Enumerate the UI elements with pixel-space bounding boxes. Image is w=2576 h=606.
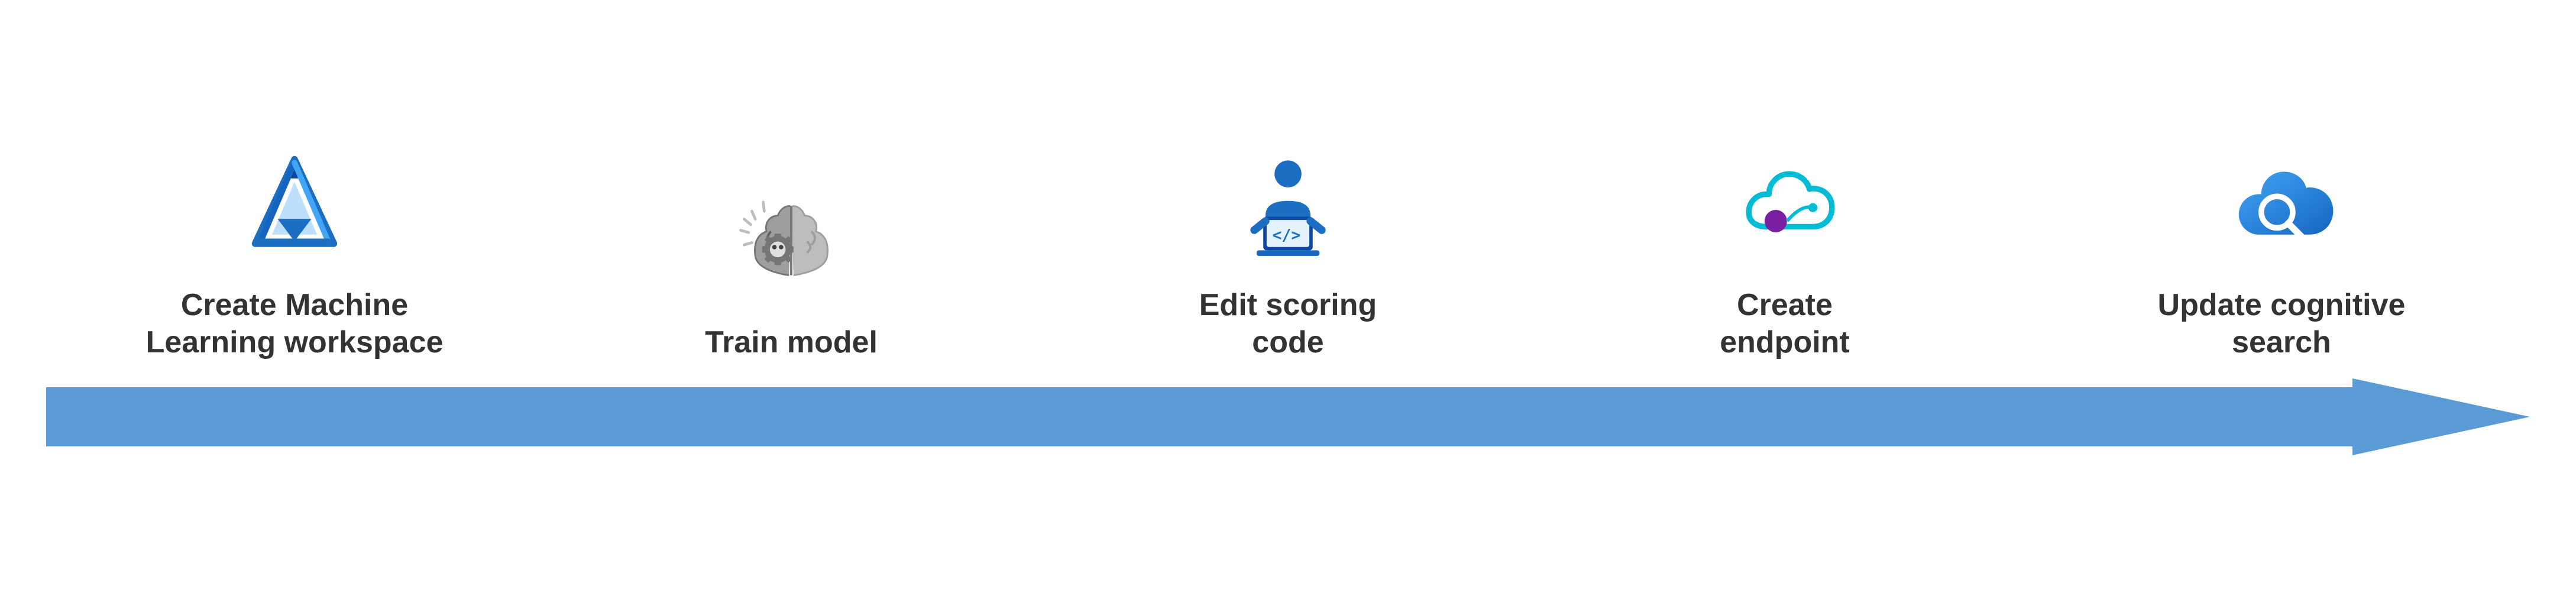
step-create-ml-workspace: Create MachineLearning workspace: [88, 151, 501, 361]
step-label-create-endpoint: Createendpoint: [1720, 287, 1850, 361]
step-update-cognitive-search: Update cognitivesearch: [2075, 151, 2488, 361]
diagram-container: Create MachineLearning workspace: [46, 151, 2530, 455]
svg-text:</>: </>: [1272, 226, 1300, 244]
icons-row: Create MachineLearning workspace: [46, 151, 2530, 378]
step-edit-scoring-code: </> Edit scoringcode: [1081, 151, 1495, 361]
step-label-cognitive-search: Update cognitivesearch: [2158, 287, 2406, 361]
step-create-endpoint: Createendpoint: [1578, 151, 1992, 361]
brain-gear-icon: [732, 188, 850, 306]
coder-icon: </>: [1229, 151, 1347, 269]
step-train-model: Train model: [584, 188, 998, 361]
cloud-search-icon: [2222, 151, 2341, 269]
arrow-row: [46, 378, 2530, 455]
step-label-train-model: Train model: [705, 324, 878, 361]
step-label-edit-scoring: Edit scoringcode: [1199, 287, 1377, 361]
step-label-create-ml: Create MachineLearning workspace: [146, 287, 444, 361]
azure-ml-icon: [235, 151, 354, 269]
cloud-endpoint-icon: [1726, 151, 1844, 269]
